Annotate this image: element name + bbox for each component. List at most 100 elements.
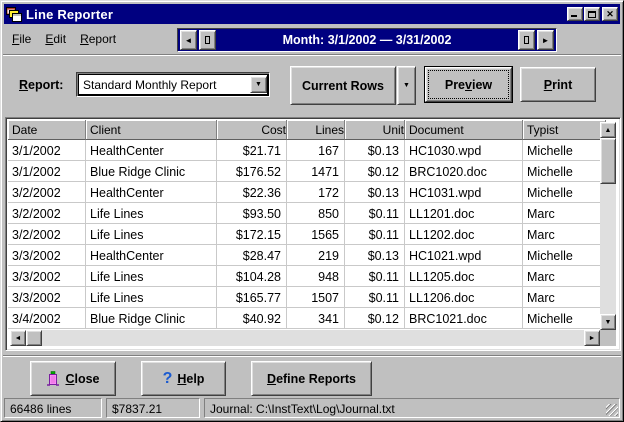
vertical-scrollbar[interactable]: ▲ ▼ — [600, 122, 616, 330]
table-cell: BRC1021.doc — [405, 308, 523, 329]
table-cell: $176.52 — [217, 161, 287, 182]
resize-grip[interactable] — [606, 404, 618, 416]
table-row[interactable]: 3/2/2002HealthCenter$22.36172$0.13HC1031… — [8, 182, 606, 203]
column-header-client[interactable]: Client — [86, 120, 217, 140]
table-cell: HealthCenter — [86, 182, 217, 203]
define-reports-label: Define Reports — [267, 372, 356, 386]
table-cell: LL1205.doc — [405, 266, 523, 287]
column-header-document[interactable]: Document — [405, 120, 523, 140]
table-cell: 167 — [287, 140, 345, 161]
table-cell: $0.11 — [345, 203, 405, 224]
table-row[interactable]: 3/1/2002Blue Ridge Clinic$176.521471$0.1… — [8, 161, 606, 182]
table-cell: Blue Ridge Clinic — [86, 161, 217, 182]
focus-rect — [429, 71, 508, 98]
report-select-arrow-button[interactable]: ▼ — [250, 76, 267, 93]
horizontal-scroll-track[interactable] — [42, 330, 584, 346]
table-cell: $0.12 — [345, 308, 405, 329]
report-table: DateClientCostLinesUnitDocumentTypist 3/… — [5, 117, 621, 351]
table-cell: Life Lines — [86, 203, 217, 224]
table-cell: Life Lines — [86, 266, 217, 287]
step-square-icon — [524, 36, 529, 44]
scroll-down-button[interactable]: ▼ — [600, 314, 616, 330]
arrow-up-icon: ▲ — [605, 127, 612, 134]
table-row[interactable]: 3/2/2002Life Lines$93.50850$0.11LL1201.d… — [8, 203, 606, 224]
table-cell: 3/3/2002 — [8, 287, 86, 308]
prev-step-button[interactable] — [199, 30, 216, 50]
line-reporter-window: Line Reporter ✕ File Edit Report ◄ Month… — [0, 0, 624, 422]
maximize-icon — [588, 11, 596, 18]
current-rows-dropdown-button[interactable]: ▼ — [397, 66, 416, 105]
table-header: DateClientCostLinesUnitDocumentTypist — [8, 120, 606, 140]
table-cell: $165.77 — [217, 287, 287, 308]
define-reports-button[interactable]: Define Reports — [251, 361, 372, 396]
horizontal-scrollbar[interactable]: ◄ ► — [10, 330, 600, 346]
table-cell: LL1202.doc — [405, 224, 523, 245]
column-header-lines[interactable]: Lines — [287, 120, 345, 140]
column-header-cost[interactable]: Cost — [217, 120, 287, 140]
table-cell: 3/3/2002 — [8, 266, 86, 287]
column-header-typist[interactable]: Typist — [523, 120, 606, 140]
close-window-button[interactable]: ✕ — [602, 7, 618, 21]
minimize-button[interactable] — [567, 7, 583, 21]
vertical-scroll-thumb[interactable] — [600, 138, 616, 184]
menu-file[interactable]: File — [6, 30, 37, 48]
table-inner: DateClientCostLinesUnitDocumentTypist 3/… — [8, 120, 618, 348]
table-cell: $40.92 — [217, 308, 287, 329]
preview-button[interactable]: Preview — [425, 67, 512, 102]
table-cell: HealthCenter — [86, 245, 217, 266]
horizontal-scroll-thumb[interactable] — [26, 330, 42, 346]
table-row[interactable]: 3/3/2002Life Lines$104.28948$0.11LL1205.… — [8, 266, 606, 287]
caption-buttons: ✕ — [566, 7, 618, 21]
scroll-right-button[interactable]: ► — [584, 330, 600, 346]
table-cell: 3/2/2002 — [8, 182, 86, 203]
table-cell: $0.13 — [345, 140, 405, 161]
column-header-date[interactable]: Date — [8, 120, 86, 140]
next-month-button[interactable]: ► — [537, 30, 554, 50]
current-rows-label: Current Rows — [302, 79, 384, 93]
print-button[interactable]: Print — [520, 67, 596, 102]
table-row[interactable]: 3/2/2002Life Lines$172.151565$0.11LL1202… — [8, 224, 606, 245]
report-label: Report: — [19, 78, 63, 92]
prev-month-button[interactable]: ◄ — [180, 30, 197, 50]
table-cell: Michelle — [523, 182, 606, 203]
status-bar: 66486 lines $7837.21 Journal: C:\InstTex… — [4, 398, 620, 418]
table-cell: Life Lines — [86, 224, 217, 245]
table-cell: $0.11 — [345, 287, 405, 308]
table-cell: $22.36 — [217, 182, 287, 203]
table-cell: 1507 — [287, 287, 345, 308]
table-cell: $172.15 — [217, 224, 287, 245]
table-row[interactable]: 3/1/2002HealthCenter$21.71167$0.13HC1030… — [8, 140, 606, 161]
separator — [3, 355, 621, 357]
table-cell: Marc — [523, 287, 606, 308]
title-bar: Line Reporter ✕ — [4, 4, 620, 24]
scroll-left-button[interactable]: ◄ — [10, 330, 26, 346]
menu-report[interactable]: Report — [74, 30, 122, 48]
maximize-button[interactable] — [584, 7, 600, 21]
table-row[interactable]: 3/3/2002Life Lines$165.771507$0.11LL1206… — [8, 287, 606, 308]
help-icon: ? — [163, 371, 173, 387]
help-label: Help — [177, 372, 204, 386]
status-total: $7837.21 — [106, 398, 200, 418]
menu-edit[interactable]: Edit — [39, 30, 72, 48]
column-header-unit[interactable]: Unit — [345, 120, 405, 140]
table-cell: HealthCenter — [86, 140, 217, 161]
month-range-label: Month: 3/1/2002 — 3/31/2002 — [217, 33, 517, 47]
table-cell: 3/1/2002 — [8, 161, 86, 182]
scroll-up-button[interactable]: ▲ — [600, 122, 616, 138]
arrow-right-icon: ► — [589, 335, 596, 342]
table-row[interactable]: 3/3/2002HealthCenter$28.47219$0.13HC1021… — [8, 245, 606, 266]
report-select[interactable]: Standard Monthly Report ▼ — [76, 72, 270, 97]
table-cell: 1565 — [287, 224, 345, 245]
table-cell: $93.50 — [217, 203, 287, 224]
separator — [3, 54, 621, 56]
table-row[interactable]: 3/4/2002Blue Ridge Clinic$40.92341$0.12B… — [8, 308, 606, 329]
exit-door-icon — [46, 371, 60, 387]
table-cell: Marc — [523, 224, 606, 245]
table-cell: Michelle — [523, 308, 606, 329]
current-rows-button[interactable]: Current Rows — [290, 66, 396, 105]
help-button[interactable]: ? Help — [141, 361, 226, 396]
arrow-down-icon: ▼ — [605, 319, 612, 326]
arrow-left-icon: ◄ — [15, 335, 22, 342]
next-step-button[interactable] — [518, 30, 535, 50]
close-button[interactable]: Close — [30, 361, 116, 396]
